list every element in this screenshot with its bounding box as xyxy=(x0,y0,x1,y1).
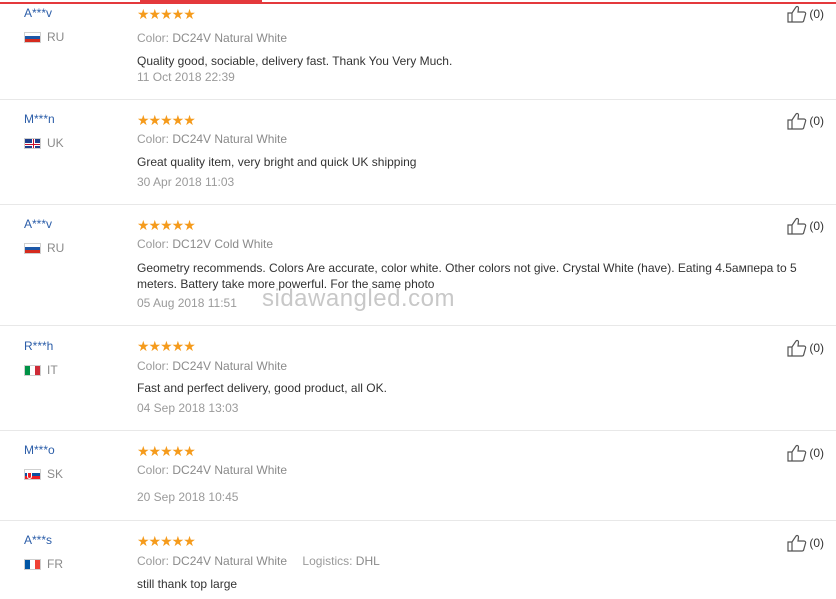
color-value: DC24V Natural White xyxy=(172,554,288,568)
review-text: Geometry recommends. Colors Are accurate… xyxy=(137,261,797,291)
review-date: 30 Apr 2018 11:03 xyxy=(137,175,235,189)
color-value: DC24V Natural White xyxy=(172,463,288,477)
star-rating: ★★★★★ xyxy=(137,338,196,354)
thumbs-up-icon xyxy=(787,5,807,23)
reviewer-name[interactable]: R***h xyxy=(24,339,53,353)
color-key: Color: xyxy=(137,359,170,373)
review-text: Quality good, sociable, delivery fast. T… xyxy=(137,54,453,68)
flag-ru-icon xyxy=(24,31,41,43)
helpful-button[interactable]: (0) xyxy=(787,5,824,23)
review-meta: Color: DC12V Cold White xyxy=(137,237,273,251)
color-key: Color: xyxy=(137,554,170,568)
like-count: (0) xyxy=(809,219,824,233)
star-rating: ★★★★★ xyxy=(137,217,196,233)
review-item: M***o SK ★★★★★ Color: DC24V Natural Whit… xyxy=(0,431,836,521)
star-rating: ★★★★★ xyxy=(137,112,196,128)
thumbs-up-icon xyxy=(787,444,807,462)
review-item: A***s FR ★★★★★ Color: DC24V Natural Whit… xyxy=(0,521,836,599)
reviewer-country: RU xyxy=(24,30,64,44)
watermark: sidawangled.com xyxy=(262,285,455,312)
review-meta: Color: DC24V Natural White xyxy=(137,31,287,45)
color-key: Color: xyxy=(137,237,170,251)
country-code: RU xyxy=(47,30,65,44)
flag-sk-icon xyxy=(24,468,41,480)
color-key: Color: xyxy=(137,463,170,477)
country-code: FR xyxy=(47,557,63,571)
review-text: Great quality item, very bright and quic… xyxy=(137,155,417,169)
star-rating: ★★★★★ xyxy=(137,6,196,22)
helpful-button[interactable]: (0) xyxy=(787,217,824,235)
review-item: M***n UK ★★★★★ Color: DC24V Natural Whit… xyxy=(0,100,836,205)
color-value: DC24V Natural White xyxy=(172,132,288,146)
color-value: DC24V Natural White xyxy=(172,359,288,373)
review-date: 20 Sep 2018 10:45 xyxy=(137,490,239,504)
flag-ru-icon xyxy=(24,242,41,254)
reviewer-country: SK xyxy=(24,467,63,481)
thumbs-up-icon xyxy=(787,112,807,130)
helpful-button[interactable]: (0) xyxy=(787,534,824,552)
reviewer-name[interactable]: A***v xyxy=(24,6,52,20)
country-code: RU xyxy=(47,241,65,255)
reviewer-name[interactable]: M***n xyxy=(24,112,55,126)
helpful-button[interactable]: (0) xyxy=(787,444,824,462)
like-count: (0) xyxy=(809,7,824,21)
helpful-button[interactable]: (0) xyxy=(787,339,824,357)
country-code: UK xyxy=(47,136,64,150)
reviewer-name[interactable]: A***s xyxy=(24,533,52,547)
color-key: Color: xyxy=(137,31,170,45)
color-key: Color: xyxy=(137,132,170,146)
review-date: 05 Aug 2018 11:51 xyxy=(137,296,237,310)
color-value: DC12V Cold White xyxy=(172,237,274,251)
review-text: Fast and perfect delivery, good product,… xyxy=(137,381,387,395)
like-count: (0) xyxy=(809,446,824,460)
review-item: A***v RU ★★★★★ Color: DC24V Natural Whit… xyxy=(0,0,836,100)
reviewer-country: IT xyxy=(24,363,58,377)
thumbs-up-icon xyxy=(787,217,807,235)
logistics-key: Logistics: xyxy=(302,554,353,568)
review-meta: Color: DC24V Natural White xyxy=(137,463,287,477)
star-rating: ★★★★★ xyxy=(137,443,196,459)
reviewer-name[interactable]: A***v xyxy=(24,217,52,231)
flag-uk-icon xyxy=(24,137,41,149)
reviewer-name[interactable]: M***o xyxy=(24,443,55,457)
reviewer-country: RU xyxy=(24,241,64,255)
thumbs-up-icon xyxy=(787,534,807,552)
thumbs-up-icon xyxy=(787,339,807,357)
review-date: 11 Oct 2018 22:39 xyxy=(137,70,235,84)
reviewer-country: UK xyxy=(24,136,64,150)
country-code: SK xyxy=(47,467,64,481)
review-item: R***h IT ★★★★★ Color: DC24V Natural Whit… xyxy=(0,326,836,431)
like-count: (0) xyxy=(809,341,824,355)
review-meta: Color: DC24V Natural White xyxy=(137,132,287,146)
country-code: IT xyxy=(47,363,58,377)
review-date: 04 Sep 2018 13:03 xyxy=(137,401,239,415)
like-count: (0) xyxy=(809,536,824,550)
color-value: DC24V Natural White xyxy=(172,31,288,45)
review-text: still thank top large xyxy=(137,577,238,591)
flag-fr-icon xyxy=(24,558,41,570)
helpful-button[interactable]: (0) xyxy=(787,112,824,130)
reviewer-country: FR xyxy=(24,557,63,571)
flag-it-icon xyxy=(24,364,41,376)
star-rating: ★★★★★ xyxy=(137,533,196,549)
review-meta: Color: DC24V Natural White xyxy=(137,359,287,373)
like-count: (0) xyxy=(809,114,824,128)
logistics-value: DHL xyxy=(355,554,380,568)
review-meta: Color: DC24V Natural White Logistics: DH… xyxy=(137,554,380,568)
